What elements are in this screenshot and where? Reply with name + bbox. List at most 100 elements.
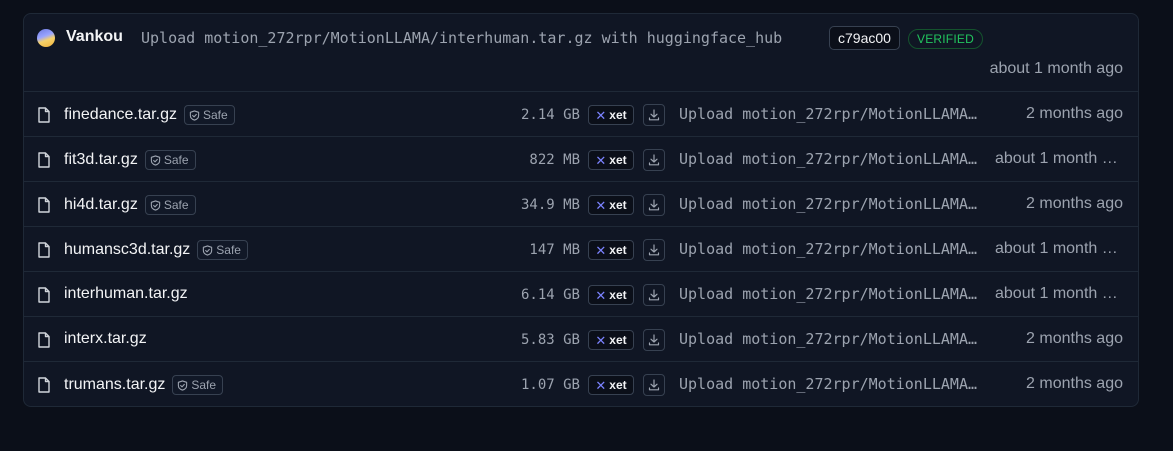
shield-icon bbox=[150, 199, 161, 211]
file-size: 2.14 GB bbox=[520, 107, 580, 123]
file-icon bbox=[38, 197, 50, 213]
file-name-wrap: hi4d.tar.gz Safe bbox=[64, 195, 196, 215]
file-commit-message[interactable]: Upload motion_272rpr/MotionLLAMA/trumans… bbox=[679, 375, 986, 393]
download-button[interactable] bbox=[643, 194, 665, 216]
safe-badge[interactable]: Safe bbox=[197, 240, 248, 260]
xet-badge[interactable]: ✕ xet bbox=[588, 330, 634, 350]
file-commit-message[interactable]: Upload motion_272rpr/MotionLLAMA/humansc… bbox=[679, 240, 986, 258]
safe-label: Safe bbox=[216, 243, 241, 257]
file-commit-time: about 1 month ago bbox=[995, 150, 1123, 167]
safe-label: Safe bbox=[163, 198, 189, 212]
xet-badge[interactable]: ✕ xet bbox=[588, 375, 634, 395]
file-name-wrap: interx.tar.gz bbox=[64, 330, 147, 348]
file-commit-message[interactable]: Upload motion_272rpr/MotionLLAMA/fit3d.t… bbox=[679, 150, 986, 168]
file-name[interactable]: humansc3d.tar.gz bbox=[64, 241, 190, 259]
download-button[interactable] bbox=[643, 374, 665, 396]
file-icon bbox=[38, 332, 50, 348]
download-button[interactable] bbox=[643, 149, 665, 171]
safe-badge[interactable]: Safe bbox=[144, 195, 196, 215]
file-commit-time: 2 months ago bbox=[1026, 375, 1123, 392]
download-icon bbox=[648, 244, 660, 256]
xet-icon: ✕ bbox=[595, 197, 607, 213]
file-commit-time: 2 months ago bbox=[1026, 330, 1123, 347]
file-commit-time: about 1 month ago bbox=[995, 285, 1123, 302]
download-icon bbox=[648, 289, 660, 301]
xet-label: xet bbox=[609, 243, 627, 257]
download-button[interactable] bbox=[643, 329, 665, 351]
file-commit-time: 2 months ago bbox=[1026, 195, 1123, 212]
file-size: 6.14 GB bbox=[520, 287, 580, 303]
xet-label: xet bbox=[609, 333, 627, 347]
file-list: finedance.tar.gz Safe 2.14 GB ✕ xet Uplo… bbox=[24, 92, 1138, 406]
last-commit-header: Vankou Upload motion_272rpr/MotionLLAMA/… bbox=[24, 14, 1138, 92]
file-name[interactable]: trumans.tar.gz bbox=[64, 376, 165, 394]
file-name[interactable]: fit3d.tar.gz bbox=[64, 151, 138, 169]
file-name[interactable]: finedance.tar.gz bbox=[64, 106, 177, 124]
xet-icon: ✕ bbox=[595, 377, 607, 393]
safe-label: Safe bbox=[191, 378, 217, 392]
xet-badge[interactable]: ✕ xet bbox=[588, 150, 634, 170]
file-name[interactable]: interx.tar.gz bbox=[64, 330, 147, 348]
file-size: 34.9 MB bbox=[520, 197, 580, 213]
download-icon bbox=[648, 199, 660, 211]
file-name-wrap: humansc3d.tar.gz Safe bbox=[64, 240, 248, 260]
file-row: interx.tar.gz 5.83 GB ✕ xet Upload motio… bbox=[24, 317, 1138, 362]
safe-label: Safe bbox=[163, 153, 189, 167]
shield-icon bbox=[189, 109, 200, 121]
file-row: fit3d.tar.gz Safe 822 MB ✕ xet Upload mo… bbox=[24, 137, 1138, 182]
file-size: 147 MB bbox=[529, 242, 580, 258]
file-commit-message[interactable]: Upload motion_272rpr/MotionLLAMA/interhu… bbox=[679, 285, 986, 303]
file-commit-message[interactable]: Upload motion_272rpr/MotionLLAMA/finedan… bbox=[679, 105, 986, 123]
download-icon bbox=[648, 334, 660, 346]
download-icon bbox=[648, 154, 660, 166]
file-row: hi4d.tar.gz Safe 34.9 MB ✕ xet Upload mo… bbox=[24, 182, 1138, 227]
shield-icon bbox=[150, 154, 161, 166]
download-icon bbox=[648, 109, 660, 121]
xet-icon: ✕ bbox=[595, 107, 607, 123]
xet-badge[interactable]: ✕ xet bbox=[588, 285, 634, 305]
file-commit-message[interactable]: Upload motion_272rpr/MotionLLAMA/hi4d.ta… bbox=[679, 195, 986, 213]
xet-icon: ✕ bbox=[595, 242, 607, 258]
xet-label: xet bbox=[609, 153, 627, 167]
xet-icon: ✕ bbox=[595, 332, 607, 348]
file-commit-time: about 1 month ago bbox=[995, 240, 1123, 257]
safe-badge[interactable]: Safe bbox=[144, 150, 196, 170]
file-commit-time: 2 months ago bbox=[1026, 105, 1123, 122]
file-name-wrap: fit3d.tar.gz Safe bbox=[64, 150, 196, 170]
safe-badge[interactable]: Safe bbox=[183, 105, 235, 125]
file-icon bbox=[38, 287, 50, 303]
commit-time: about 1 month ago bbox=[989, 60, 1123, 77]
file-icon bbox=[38, 242, 50, 258]
commit-hash[interactable]: c79ac00 bbox=[829, 26, 900, 50]
download-icon bbox=[648, 379, 660, 391]
author-avatar[interactable] bbox=[37, 29, 55, 47]
xet-icon: ✕ bbox=[595, 152, 607, 168]
commit-message[interactable]: Upload motion_272rpr/MotionLLAMA/interhu… bbox=[141, 29, 782, 47]
file-row: trumans.tar.gz Safe 1.07 GB ✕ xet Upload… bbox=[24, 362, 1138, 406]
shield-icon bbox=[203, 244, 213, 256]
safe-label: Safe bbox=[202, 108, 228, 122]
file-name-wrap: trumans.tar.gz Safe bbox=[64, 375, 224, 395]
file-name-wrap: finedance.tar.gz Safe bbox=[64, 105, 235, 125]
xet-badge[interactable]: ✕ xet bbox=[588, 240, 634, 260]
file-name[interactable]: hi4d.tar.gz bbox=[64, 196, 138, 214]
safe-badge[interactable]: Safe bbox=[172, 375, 224, 395]
commit-author[interactable]: Vankou bbox=[66, 28, 123, 46]
file-icon bbox=[38, 107, 50, 123]
xet-label: xet bbox=[609, 288, 627, 302]
file-size: 1.07 GB bbox=[520, 377, 580, 393]
download-button[interactable] bbox=[643, 284, 665, 306]
file-row: humansc3d.tar.gz Safe 147 MB ✕ xet Uploa… bbox=[24, 227, 1138, 272]
file-icon bbox=[38, 377, 50, 393]
download-button[interactable] bbox=[643, 239, 665, 261]
file-size: 5.83 GB bbox=[520, 332, 580, 348]
file-size: 822 MB bbox=[529, 152, 580, 168]
file-commit-message[interactable]: Upload motion_272rpr/MotionLLAMA/interx.… bbox=[679, 330, 986, 348]
download-button[interactable] bbox=[643, 104, 665, 126]
file-name[interactable]: interhuman.tar.gz bbox=[64, 285, 188, 303]
xet-badge[interactable]: ✕ xet bbox=[588, 195, 634, 215]
file-row: interhuman.tar.gz 6.14 GB ✕ xet Upload m… bbox=[24, 272, 1138, 317]
file-row: finedance.tar.gz Safe 2.14 GB ✕ xet Uplo… bbox=[24, 92, 1138, 137]
file-icon bbox=[38, 152, 50, 168]
xet-badge[interactable]: ✕ xet bbox=[588, 105, 634, 125]
